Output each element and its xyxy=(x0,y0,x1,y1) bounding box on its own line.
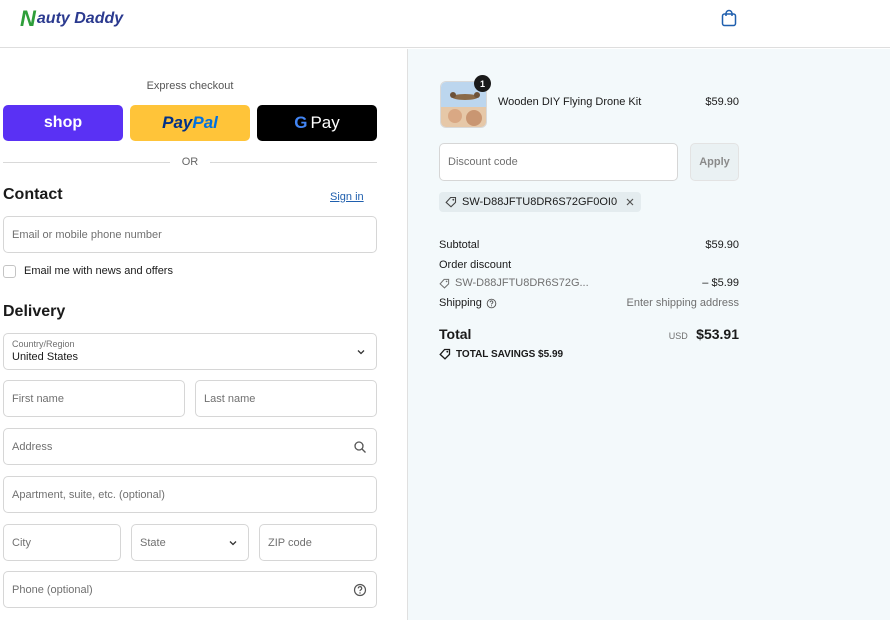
country-value: United States xyxy=(12,351,79,363)
google-pay-label: Pay xyxy=(310,113,340,132)
email-input[interactable] xyxy=(4,217,376,252)
total-savings: TOTAL SAVINGS $5.99 xyxy=(439,348,563,360)
shopping-bag-icon[interactable] xyxy=(720,9,738,27)
apartment-input[interactable] xyxy=(4,477,376,512)
first-name-input[interactable] xyxy=(4,381,184,416)
chevron-down-icon xyxy=(357,350,365,355)
checkout-form: Express checkout shop Pay Pal G Pay OR Co… xyxy=(0,49,407,620)
or-label: OR xyxy=(181,156,199,168)
paypal-label-pal: Pal xyxy=(192,113,218,132)
state-select[interactable] xyxy=(131,524,249,561)
subtotal-label: Subtotal xyxy=(439,239,480,251)
google-pay-button[interactable]: G Pay xyxy=(257,105,377,141)
total-savings-label: TOTAL SAVINGS $5.99 xyxy=(456,348,564,360)
divider-line xyxy=(3,161,170,163)
product-name: Wooden DIY Flying Drone Kit xyxy=(498,96,642,108)
zip-field[interactable] xyxy=(259,524,377,561)
first-name-field[interactable] xyxy=(3,380,185,417)
newsletter-option[interactable]: Email me with news and offers xyxy=(3,263,173,279)
discount-amount: – $5.99 xyxy=(702,277,739,289)
checkout-header: N auty Daddy xyxy=(0,0,890,48)
express-checkout-label: Express checkout xyxy=(146,80,234,92)
discount-code-row: SW-D88JFTU8DR6S72G... xyxy=(439,277,589,289)
country-select[interactable]: Country/Region United States xyxy=(3,333,377,370)
city-field[interactable] xyxy=(3,524,121,561)
total-currency: USD xyxy=(668,331,688,341)
brand-logo-text: auty Daddy xyxy=(36,10,124,27)
order-discount-label: Order discount xyxy=(439,259,512,271)
brand-logo-mark: N xyxy=(20,6,36,31)
quantity-badge: 1 xyxy=(474,75,491,92)
tag-icon xyxy=(445,196,457,208)
contact-title: Contact xyxy=(3,186,63,203)
newsletter-checkbox[interactable] xyxy=(3,264,16,278)
chevron-down-icon xyxy=(229,541,237,546)
zip-input[interactable] xyxy=(260,525,376,560)
help-circle-icon[interactable] xyxy=(486,298,497,309)
apply-discount-button[interactable]: Apply xyxy=(690,143,739,181)
sign-in-link[interactable]: Sign in xyxy=(330,191,364,203)
last-name-field[interactable] xyxy=(195,380,377,417)
address-input[interactable] xyxy=(4,429,376,464)
shop-pay-button[interactable]: shop xyxy=(3,105,123,141)
close-icon[interactable] xyxy=(625,197,635,207)
last-name-input[interactable] xyxy=(196,381,376,416)
total-label: Total xyxy=(439,326,472,342)
shipping-label: Shipping xyxy=(439,297,482,309)
country-caption: Country/Region xyxy=(12,339,75,349)
paypal-label-pay: Pay xyxy=(162,113,193,132)
shop-pay-label: shop xyxy=(43,114,83,131)
discount-code-input[interactable] xyxy=(440,144,677,180)
applied-discount-chip: SW-D88JFTU8DR6S72GF0OI0 xyxy=(439,192,642,212)
newsletter-label: Email me with news and offers xyxy=(24,265,173,277)
address-field[interactable] xyxy=(3,428,377,465)
discount-code-field[interactable] xyxy=(439,143,678,181)
discount-code-short: SW-D88JFTU8DR6S72G... xyxy=(455,277,589,289)
or-divider: OR xyxy=(3,155,377,169)
paypal-button[interactable]: Pay Pal xyxy=(130,105,250,141)
help-circle-icon[interactable] xyxy=(353,583,367,597)
phone-input[interactable] xyxy=(4,572,376,607)
product-price: $59.90 xyxy=(705,96,739,108)
delivery-title: Delivery xyxy=(3,303,66,320)
search-icon xyxy=(354,441,366,453)
city-input[interactable] xyxy=(4,525,120,560)
tag-icon xyxy=(439,278,450,289)
divider-line xyxy=(210,161,377,163)
total-amount: USD $53.91 xyxy=(608,326,739,344)
shipping-row: Shipping xyxy=(439,297,497,309)
order-summary: 1 Wooden DIY Flying Drone Kit $59.90 App… xyxy=(407,49,890,620)
tag-icon xyxy=(439,348,451,360)
applied-discount-code: SW-D88JFTU8DR6S72GF0OI0 xyxy=(462,196,618,208)
google-g-icon: G xyxy=(294,113,308,132)
phone-field[interactable] xyxy=(3,571,377,608)
subtotal-value: $59.90 xyxy=(705,239,739,251)
apartment-field[interactable] xyxy=(3,476,377,513)
email-field[interactable] xyxy=(3,216,377,253)
shipping-value: Enter shipping address xyxy=(626,297,739,309)
total-value: $53.91 xyxy=(696,326,739,342)
brand-logo[interactable]: N auty Daddy xyxy=(20,8,123,30)
